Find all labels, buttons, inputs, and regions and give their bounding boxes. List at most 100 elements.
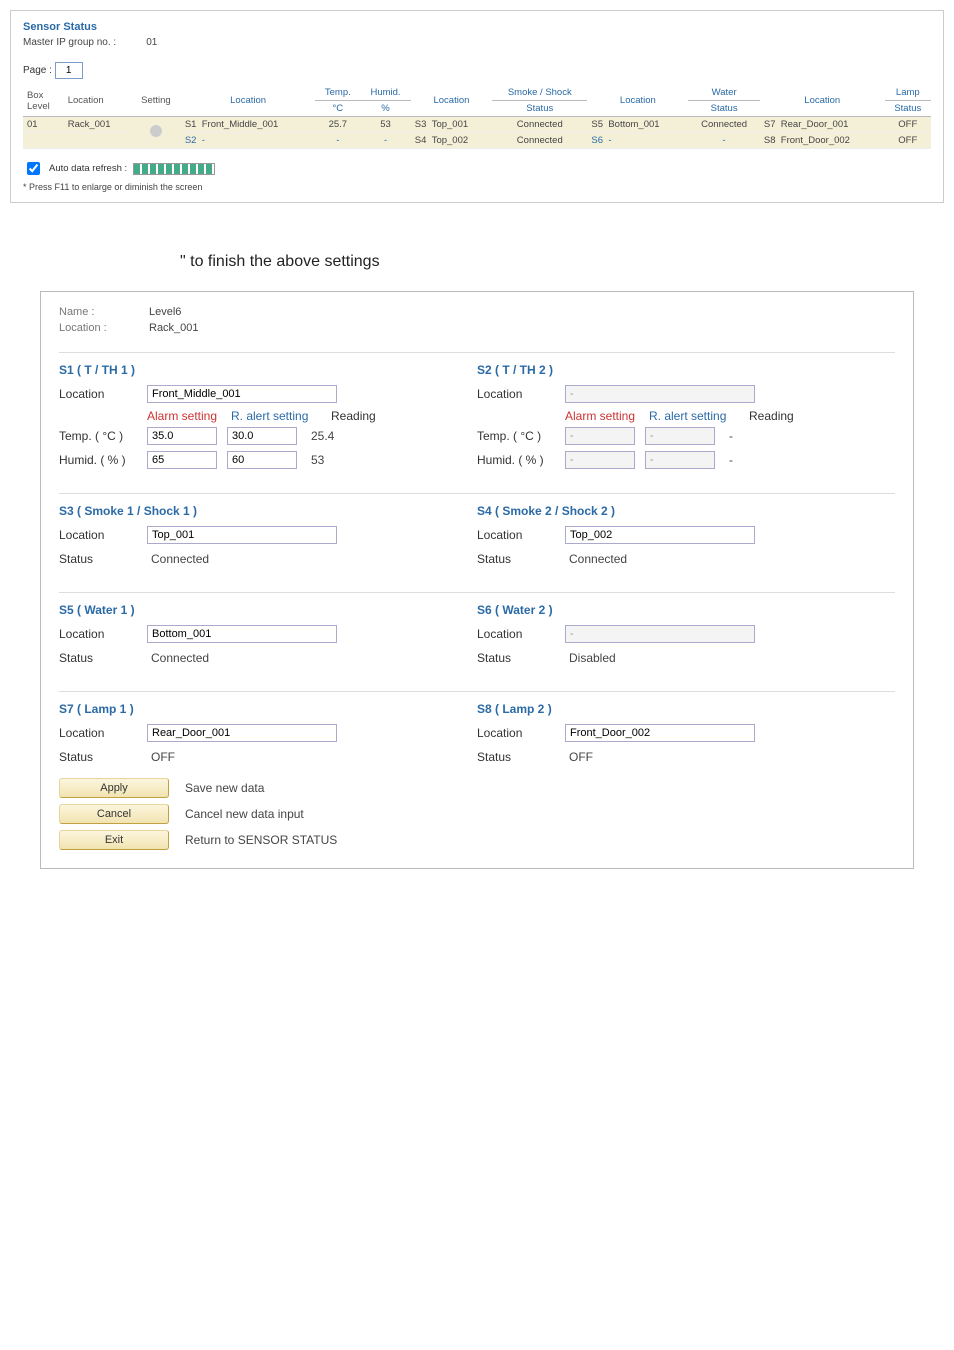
s5-block: S5 ( Water 1 ) Location Status Connected — [59, 603, 477, 673]
cell-rack: Rack_001 — [64, 117, 131, 133]
s2-temp-label: Temp. ( °C ) — [477, 429, 555, 443]
s3-loc-label: Location — [59, 528, 137, 542]
th-water: Water — [688, 85, 760, 101]
s2-title: S2 ( T / TH 2 ) — [477, 363, 895, 377]
th-smoke-shock: Smoke / Shock — [492, 85, 587, 101]
th-lamp-status: Status — [885, 101, 931, 117]
s2-humid-alarm-input — [565, 451, 635, 469]
th-water-status: Status — [688, 101, 760, 117]
s6-status-value: Disabled — [565, 649, 620, 667]
auto-refresh-label: Auto data refresh : — [49, 163, 127, 174]
cell-s8: S8 Front_Door_002 — [760, 133, 885, 149]
apply-button[interactable]: Apply — [59, 778, 169, 798]
location-label: Location : — [59, 322, 137, 334]
s4-title: S4 ( Smoke 2 / Shock 2 ) — [477, 504, 895, 518]
s2-humid-ralert-input — [645, 451, 715, 469]
s3-title: S3 ( Smoke 1 / Shock 1 ) — [59, 504, 477, 518]
s2-temp-alarm-input — [565, 427, 635, 445]
s8-loc-label: Location — [477, 726, 555, 740]
page-input[interactable] — [55, 62, 83, 79]
s8-status-value: OFF — [565, 748, 597, 766]
cell-s1-temp: 25.7 — [315, 117, 360, 133]
s7-loc-label: Location — [59, 726, 137, 740]
s4-status-label: Status — [477, 552, 555, 566]
location-value: Rack_001 — [149, 322, 199, 334]
s6-title: S6 ( Water 2 ) — [477, 603, 895, 617]
th-l-location: Location — [760, 85, 885, 117]
s1-humid-ralert-input[interactable] — [227, 451, 297, 469]
s1-temp-ralert-input[interactable] — [227, 427, 297, 445]
th-temp-unit: °C — [315, 101, 360, 117]
s2-block: S2 ( T / TH 2 ) Location Alarm setting R… — [477, 363, 895, 475]
cell-s6-stat: - — [688, 133, 760, 149]
s1-temp-label: Temp. ( °C ) — [59, 429, 137, 443]
s2-reading-header: Reading — [749, 409, 819, 423]
s2-humid-reading: - — [725, 451, 737, 469]
s1-temp-alarm-input[interactable] — [147, 427, 217, 445]
s6-location-input — [565, 625, 755, 643]
th-humid: Humid. — [360, 85, 411, 101]
s5-location-input[interactable] — [147, 625, 337, 643]
s5-status-value: Connected — [147, 649, 213, 667]
s3-location-input[interactable] — [147, 526, 337, 544]
refresh-progress-icon — [133, 163, 215, 175]
s4-status-value: Connected — [565, 550, 631, 568]
page-label: Page : — [23, 65, 52, 76]
th-ss-location: Location — [411, 85, 492, 117]
cell-s1-humid: 53 — [360, 117, 411, 133]
cell-s4: S4 Top_002 — [411, 133, 492, 149]
th-ss-status: Status — [492, 101, 587, 117]
gear-icon[interactable] — [150, 125, 162, 137]
master-ip-value: 01 — [146, 37, 157, 48]
sensor-table: BoxLevel Location Setting Location Temp.… — [23, 85, 931, 149]
cell-s2-humid: - — [360, 133, 411, 149]
cancel-desc: Cancel new data input — [185, 807, 304, 821]
footnote: * Press F11 to enlarge or diminish the s… — [23, 182, 931, 192]
s1-humid-alarm-input[interactable] — [147, 451, 217, 469]
th-humid-unit: % — [360, 101, 411, 117]
s1-title: S1 ( T / TH 1 ) — [59, 363, 477, 377]
s1-block: S1 ( T / TH 1 ) Location Alarm setting R… — [59, 363, 477, 475]
s1-loc-label: Location — [59, 387, 137, 401]
s6-status-label: Status — [477, 651, 555, 665]
s5-status-label: Status — [59, 651, 137, 665]
s4-loc-label: Location — [477, 528, 555, 542]
s1-humid-reading: 53 — [307, 451, 328, 469]
cell-s3: S3 Top_001 — [411, 117, 492, 133]
cell-s7: S7 Rear_Door_001 — [760, 117, 885, 133]
s6-loc-label: Location — [477, 627, 555, 641]
s8-status-label: Status — [477, 750, 555, 764]
cell-s5-stat: Connected — [688, 117, 760, 133]
s7-location-input[interactable] — [147, 724, 337, 742]
s1-humid-label: Humid. ( % ) — [59, 453, 137, 467]
cancel-button[interactable]: Cancel — [59, 804, 169, 824]
s7-title: S7 ( Lamp 1 ) — [59, 702, 477, 716]
cell-s5: S5 Bottom_001 — [587, 117, 688, 133]
s3-block: S3 ( Smoke 1 / Shock 1 ) Location Status… — [59, 504, 477, 574]
s1-location-input[interactable] — [147, 385, 337, 403]
panel-title: Sensor Status — [23, 21, 931, 33]
cell-s2: S2 - — [181, 133, 316, 149]
s3-status-value: Connected — [147, 550, 213, 568]
table-row[interactable]: 01 Rack_001 S1 Front_Middle_001 25.7 53 … — [23, 117, 931, 133]
s7-status-value: OFF — [147, 748, 179, 766]
s2-temp-reading: - — [725, 427, 737, 445]
s7-status-label: Status — [59, 750, 137, 764]
master-ip-label: Master IP group no. : — [23, 37, 116, 48]
s6-block: S6 ( Water 2 ) Location Status Disabled — [477, 603, 895, 673]
s8-location-input[interactable] — [565, 724, 755, 742]
cell-setting[interactable] — [131, 117, 181, 149]
cell-s1: S1 Front_Middle_001 — [181, 117, 316, 133]
auto-refresh-checkbox[interactable] — [27, 162, 40, 175]
cell-s4-stat: Connected — [492, 133, 587, 149]
name-label: Name : — [59, 306, 137, 318]
exit-button[interactable]: Exit — [59, 830, 169, 850]
apply-desc: Save new data — [185, 781, 264, 795]
s2-loc-label: Location — [477, 387, 555, 401]
sensor-status-panel: Sensor Status Master IP group no. : 01 P… — [10, 10, 944, 203]
s4-location-input[interactable] — [565, 526, 755, 544]
s2-alarm-header: Alarm setting — [565, 409, 639, 423]
th-box-level: BoxLevel — [23, 85, 64, 117]
detail-panel: Name : Level6 Location : Rack_001 S1 ( T… — [40, 291, 914, 869]
s1-temp-reading: 25.4 — [307, 427, 338, 445]
